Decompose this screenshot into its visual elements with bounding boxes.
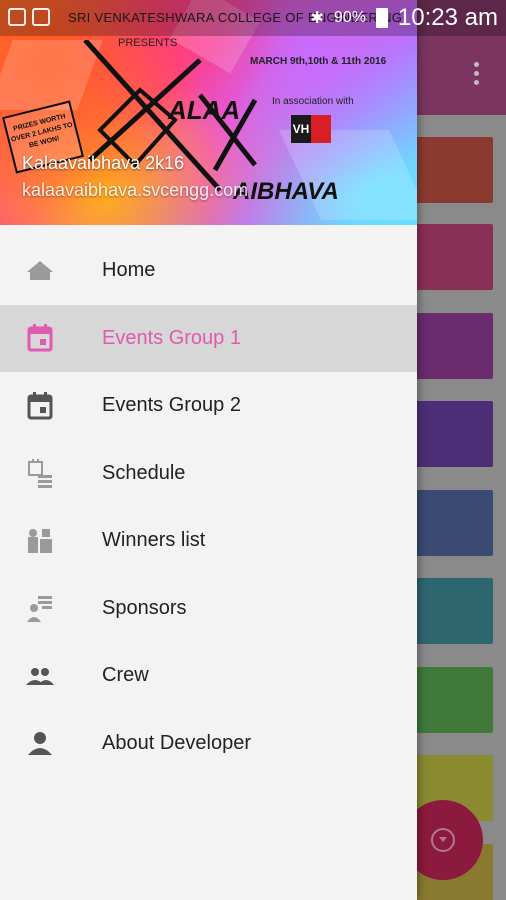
chevron-down-icon xyxy=(431,828,455,852)
drawer-menu: Home Events Group 1 Events Group 2 Sched… xyxy=(0,237,417,777)
menu-item-home[interactable]: Home xyxy=(0,237,417,305)
home-icon xyxy=(27,260,53,280)
clock: 10:23 am xyxy=(397,4,498,31)
menu-item-winners-list[interactable]: Winners list xyxy=(0,507,417,575)
logo-word: ALAA xyxy=(168,95,241,125)
menu-item-events-group-1[interactable]: Events Group 1 xyxy=(0,304,417,372)
crew-icon xyxy=(26,667,54,685)
image-notification-icon xyxy=(32,8,50,26)
menu-item-sponsors[interactable]: Sponsors xyxy=(0,575,417,643)
menu-item-crew[interactable]: Crew xyxy=(0,642,417,710)
notification-icon xyxy=(8,8,26,26)
calendar-icon xyxy=(27,391,53,420)
overflow-menu-icon[interactable] xyxy=(474,62,480,89)
person-icon xyxy=(28,732,52,756)
battery-percent: 90% xyxy=(333,9,366,26)
calendar-icon xyxy=(27,324,53,352)
menu-item-label: About Developer xyxy=(102,731,251,754)
sponsors-icon xyxy=(27,596,52,623)
menu-item-label: Home xyxy=(102,259,156,282)
battery-icon xyxy=(375,8,388,28)
menu-item-events-group-2[interactable]: Events Group 2 xyxy=(0,372,417,440)
app-url[interactable]: kalaavaibhava.svcengg.com xyxy=(22,180,248,201)
menu-item-label: Events Group 1 xyxy=(102,326,241,349)
menu-item-label: Events Group 2 xyxy=(102,394,241,417)
menu-item-label: Schedule xyxy=(102,461,186,484)
menu-item-schedule[interactable]: Schedule xyxy=(0,440,417,508)
menu-item-label: Crew xyxy=(102,664,149,687)
status-bar: ✱ 90% 10:23 am xyxy=(0,0,506,36)
app-title: Kalaavaibhava 2k16 xyxy=(22,153,185,173)
menu-item-label: Sponsors xyxy=(102,596,187,619)
bluetooth-icon: ✱ xyxy=(310,10,324,27)
navigation-drawer: SRI VENKATESHWARA COLLEGE OF ENGINEERING… xyxy=(0,0,417,900)
schedule-icon xyxy=(28,459,52,489)
menu-item-about-developer[interactable]: About Developer xyxy=(0,710,417,778)
logo-word: AIBHAVA xyxy=(233,178,339,205)
menu-item-label: Winners list xyxy=(102,529,206,552)
winners-icon xyxy=(28,528,52,553)
